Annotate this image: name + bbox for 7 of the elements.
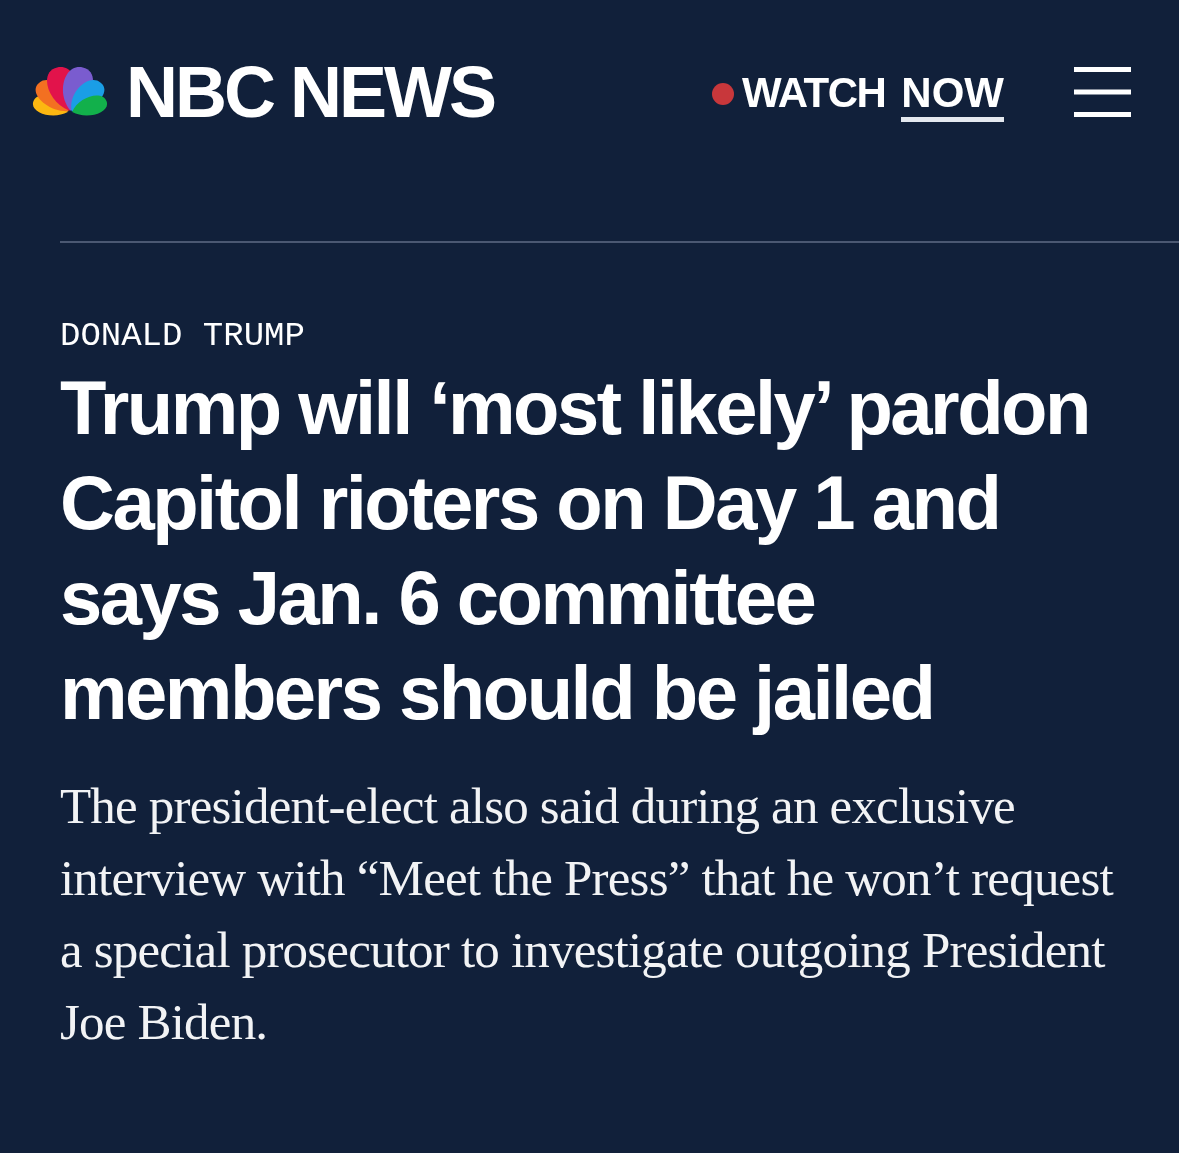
article-summary: The president-elect also said during an exclusive interview with “Meet the Press” that he won’t request a special prosecutor to investigate outgoing President Joe Biden. (60, 777, 1115, 1052)
section-label[interactable]: DONALD TRUMP (60, 316, 305, 356)
watch-now-link[interactable]: WATCH NOW (712, 72, 1004, 122)
menu-icon[interactable] (1074, 67, 1131, 117)
site-logo-text[interactable]: NBC NEWS (126, 56, 494, 128)
live-dot-icon (712, 83, 734, 105)
article-headline: Trump will ‘most likely’ pardon Capitol rioters on Day 1 and says Jan. 6 committee members should be jailed (60, 364, 1090, 737)
